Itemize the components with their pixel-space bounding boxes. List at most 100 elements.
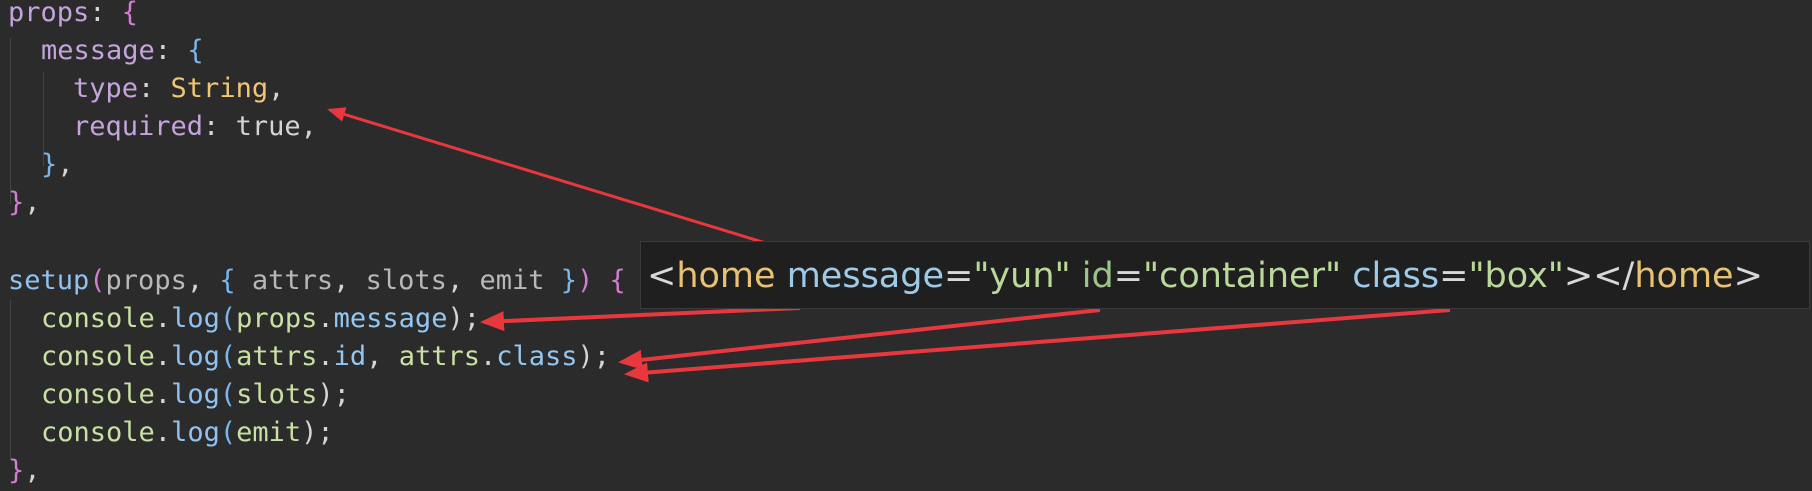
dot: . <box>154 303 172 334</box>
tag-name-close: home <box>1634 256 1734 296</box>
paren: ( <box>219 303 237 334</box>
class-prop: class <box>496 341 578 372</box>
brace: { <box>121 0 139 28</box>
brace: { <box>187 35 204 66</box>
message-key: message <box>41 35 155 66</box>
brace: } <box>8 187 25 218</box>
console-ident: console <box>41 341 155 372</box>
attr-id: id <box>1081 256 1114 296</box>
value-class: "box" <box>1468 256 1564 296</box>
close-paren: ); <box>447 303 480 334</box>
arrow-to-attrs-id <box>618 308 1101 370</box>
message-prop: message <box>333 303 448 334</box>
close-open-tag: ></ <box>1563 256 1635 296</box>
attrs-ident: attrs <box>236 341 318 372</box>
colon: : <box>89 0 122 28</box>
separator: , <box>333 265 366 296</box>
equals: = <box>1439 256 1469 296</box>
code-line-1: props: { <box>8 0 138 32</box>
dot: . <box>154 417 172 448</box>
close-paren: ); <box>577 341 611 372</box>
comma: , <box>300 111 317 142</box>
gt: > <box>1733 256 1763 296</box>
close-paren: ); <box>301 417 334 448</box>
paren: ( <box>219 341 237 372</box>
code-line-2: message: { <box>41 32 204 70</box>
dot: . <box>317 303 334 334</box>
log-fn: log <box>171 379 220 410</box>
required-key: required <box>73 111 204 142</box>
code-line-10: console.log(attrs.id, attrs.class); <box>41 338 610 376</box>
log-fn: log <box>171 303 220 334</box>
equals: = <box>944 256 974 296</box>
dot: . <box>154 379 172 410</box>
attr-message: message <box>786 256 944 296</box>
dot: . <box>317 341 334 372</box>
separator: , <box>446 265 480 296</box>
type-key: type <box>73 73 139 104</box>
colon: : <box>203 111 236 142</box>
id-prop: id <box>333 341 367 372</box>
equals: = <box>1113 256 1144 296</box>
log-fn: log <box>171 341 220 372</box>
paren: ) <box>577 265 594 296</box>
console-ident: console <box>41 417 155 448</box>
comma: , <box>57 149 74 180</box>
lt: < <box>647 256 677 296</box>
type-value: String <box>170 73 269 104</box>
code-line-8: setup(props, { attrs, slots, emit }) { <box>8 262 626 300</box>
arrow-to-props-definition <box>327 107 806 257</box>
separator: , <box>366 341 399 372</box>
required-value: true <box>235 111 301 142</box>
attr-class: class <box>1352 256 1440 296</box>
setup-fn: setup <box>8 265 90 296</box>
code-line-11: console.log(slots); <box>41 376 350 414</box>
slots-ident: slots <box>236 379 318 410</box>
code-line-6: }, <box>8 184 41 222</box>
brace: { <box>609 265 626 296</box>
separator: , <box>186 265 220 296</box>
component-usage-snippet: <home message="yun" id="container" class… <box>640 241 1810 309</box>
indent-guide <box>10 300 11 460</box>
colon: : <box>154 35 188 66</box>
paren: ( <box>89 265 106 296</box>
props-param: props <box>105 265 187 296</box>
brace: } <box>544 265 577 296</box>
comma: , <box>268 73 285 104</box>
code-line-3: type: String, <box>73 70 284 108</box>
brace: } <box>8 455 25 486</box>
editor-stage: props: { message: { type: String, requir… <box>0 0 1812 491</box>
console-ident: console <box>41 379 155 410</box>
comma: , <box>24 455 41 486</box>
dot: . <box>479 341 497 372</box>
slots-param: slots <box>365 265 447 296</box>
paren: ( <box>219 417 237 448</box>
code-line-4: required: true, <box>73 108 317 146</box>
colon: : <box>138 73 171 104</box>
comma: , <box>24 187 41 218</box>
props-key: props <box>8 0 90 28</box>
console-ident: console <box>41 303 155 334</box>
attrs-ident: attrs <box>398 341 480 372</box>
close-paren: ); <box>317 379 350 410</box>
tag-name: home <box>676 256 776 296</box>
brace: { <box>219 265 252 296</box>
value-message: "yun" <box>973 256 1071 296</box>
dot: . <box>154 341 172 372</box>
indent-guide <box>10 38 11 204</box>
code-line-13: }, <box>8 452 41 490</box>
emit-param: emit <box>479 265 545 296</box>
arrow-to-attrs-class <box>624 308 1451 383</box>
arrow-to-props-message <box>480 306 801 332</box>
emit-ident: emit <box>236 417 302 448</box>
brace: } <box>41 149 58 180</box>
code-line-12: console.log(emit); <box>41 414 334 452</box>
value-id: "container" <box>1143 256 1342 296</box>
code-line-5: }, <box>41 146 74 184</box>
log-fn: log <box>171 417 220 448</box>
attrs-param: attrs <box>251 265 334 296</box>
code-line-9: console.log(props.message); <box>41 300 480 338</box>
props-ident: props <box>236 303 318 334</box>
paren: ( <box>219 379 237 410</box>
